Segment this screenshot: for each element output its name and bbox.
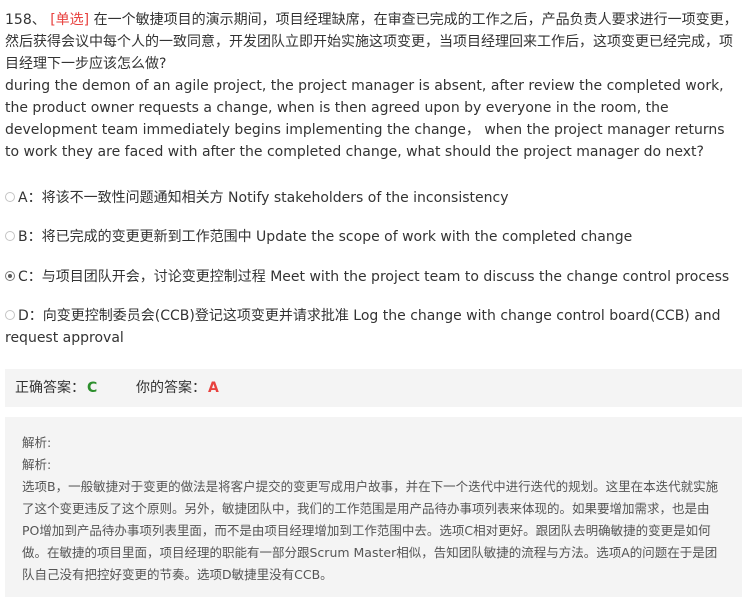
- question-number: 158、: [5, 12, 46, 28]
- option-b-letter: B：: [18, 229, 42, 245]
- option-c[interactable]: C：与项目团队开会，讨论变更控制过程 Meet with the project…: [5, 266, 740, 288]
- option-a-radio[interactable]: [5, 192, 15, 202]
- option-b[interactable]: B：将已完成的变更更新到工作范围中 Update the scope of wo…: [5, 226, 740, 248]
- option-b-text: 将已完成的变更更新到工作范围中 Update the scope of work…: [41, 229, 633, 245]
- option-c-text: 与项目团队开会，讨论变更控制过程 Meet with the project t…: [41, 269, 730, 285]
- analysis-body: 选项B，一般敏捷对于变更的做法是将客户提交的变更写成用户故事，并在下一个迭代中进…: [22, 479, 719, 582]
- correct-answer-label: 正确答案：: [15, 380, 85, 396]
- question-stem: 158、 [单选] 在一个敏捷项目的演示期间，项目经理缺席，在审查已完成的工作之…: [5, 9, 740, 163]
- your-answer-label: 你的答案：: [136, 380, 206, 396]
- option-c-radio[interactable]: [5, 271, 15, 281]
- option-c-letter: C：: [18, 269, 42, 285]
- question-text-en: during the demon of an agile project, th…: [5, 78, 725, 160]
- option-a[interactable]: A：将该不一致性问题通知相关方 Notify stakeholders of t…: [5, 187, 740, 209]
- analysis-subheading: 解析:: [22, 457, 52, 472]
- question-page: 158、 [单选] 在一个敏捷项目的演示期间，项目经理缺席，在审查已完成的工作之…: [0, 0, 747, 598]
- correct-answer: 正确答案： C: [15, 369, 97, 407]
- your-answer-value: A: [208, 380, 219, 396]
- option-a-letter: A：: [18, 190, 42, 206]
- answer-bar: 正确答案： C 你的答案： A: [5, 369, 742, 407]
- question-text-cn: 在一个敏捷项目的演示期间，项目经理缺席，在审查已完成的工作之后，产品负责人要求进…: [5, 12, 738, 72]
- option-d[interactable]: D：向变更控制委员会(CCB)登记这项变更并请求批准 Log the chang…: [5, 305, 740, 349]
- question-type-tag: [单选]: [50, 12, 90, 28]
- option-a-text: 将该不一致性问题通知相关方 Notify stakeholders of the…: [41, 190, 509, 206]
- option-d-letter: D：: [18, 308, 43, 324]
- analysis-panel: 解析: 解析: 选项B，一般敏捷对于变更的做法是将客户提交的变更写成用户故事，并…: [5, 417, 742, 597]
- option-d-radio[interactable]: [5, 310, 15, 320]
- your-answer: 你的答案： A: [136, 369, 219, 407]
- correct-answer-value: C: [87, 380, 98, 396]
- analysis-heading: 解析:: [22, 435, 52, 450]
- option-b-radio[interactable]: [5, 231, 15, 241]
- option-d-text: 向变更控制委员会(CCB)登记这项变更并请求批准 Log the change …: [5, 308, 721, 346]
